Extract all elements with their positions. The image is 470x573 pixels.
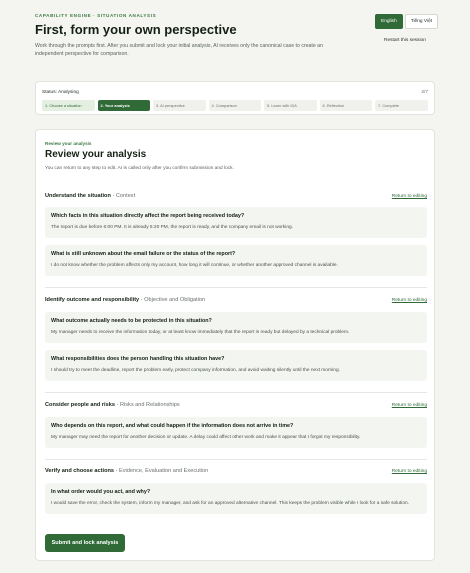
section-title: Identify outcome and responsibility · Ob… [45,297,206,303]
step-count: 2/7 [421,90,428,95]
stepper: 1. Choose a situation 2. Your analysis 3… [42,100,428,111]
restart-session-button[interactable]: Restart this session [384,38,426,43]
section-title: Understand the situation · Context [45,193,136,199]
review-eyebrow: Review your analysis [45,141,92,146]
section-header-risks: Consider people and risks · Risks and Re… [45,402,427,408]
qa-item: What is still unknown about the email fa… [45,245,427,276]
return-to-editing-link[interactable]: Return to editing [392,403,427,408]
qa-item: Which facts in this situation directly a… [45,207,427,238]
answer: My manager may need the report for anoth… [51,435,361,440]
section-header-context: Understand the situation · Context Retur… [45,193,427,199]
answer: The report is due before 6:00 PM. It is … [51,225,294,230]
lang-english-button[interactable]: English [375,14,403,29]
step-reflection[interactable]: 6. Reflection [319,100,372,111]
return-to-editing-link[interactable]: Return to editing [392,469,427,474]
divider [45,459,427,460]
lang-vietnamese-button[interactable]: Tiếng Việt [404,14,439,29]
qa-item: What outcome actually needs to be protec… [45,312,427,343]
answer: I would save the error, check the system… [51,501,409,506]
divider [45,392,427,393]
step-your-analysis[interactable]: 2. Your analysis [97,100,150,111]
step-ai-perspective[interactable]: 3. AI perspective [153,100,206,111]
return-to-editing-link[interactable]: Return to editing [392,298,427,303]
section-title-main: Identify outcome and responsibility [45,297,140,303]
answer: My manager needs to receive the informat… [51,330,350,335]
qa-item: Who depends on this report, and what cou… [45,417,427,448]
page-subtitle: Work through the prompts first. After yo… [35,43,323,57]
section-title: Consider people and risks · Risks and Re… [45,402,180,408]
qa-item: In what order would you act, and why? I … [45,483,427,514]
status-label: Status: Analysing [42,90,79,95]
return-to-editing-link[interactable]: Return to editing [392,194,427,199]
step-learn-with-ida[interactable]: 5. Learn with IDA [264,100,317,111]
section-title-main: Understand the situation [45,193,111,199]
qa-item: What responsibilities does the person ha… [45,350,427,381]
step-choose-situation[interactable]: 1. Choose a situation [42,100,95,111]
answer: I should try to meet the deadline, repor… [51,368,340,373]
section-title-sub: Risks and Relationships [119,402,180,408]
section-title-sub: Context [115,193,136,199]
section-title-main: Verify and choose actions [45,468,115,474]
review-note: You can return to any step to edit. AI i… [45,166,234,171]
step-complete[interactable]: 7. Complete [375,100,428,111]
section-title: Verify and choose actions · Evidence, Ev… [45,468,209,474]
submit-lock-button[interactable]: Submit and lock analysis [45,534,125,552]
section-title-main: Consider people and risks [45,402,115,408]
status-card: Status: Analysing 2/7 1. Choose a situat… [35,81,435,115]
page-eyebrow: CAPABILITY ENGINE · SITUATION ANALYSIS [35,13,157,18]
question: Which facts in this situation directly a… [51,213,245,219]
section-header-objective: Identify outcome and responsibility · Ob… [45,297,427,303]
question: Who depends on this report, and what cou… [51,423,294,429]
section-header-evidence: Verify and choose actions · Evidence, Ev… [45,468,427,474]
question: What responsibilities does the person ha… [51,356,225,362]
question: In what order would you act, and why? [51,489,151,495]
answer: I do not know whether the problem affect… [51,263,338,268]
step-comparison[interactable]: 4. Comparison [208,100,261,111]
section-title-sub: Objective and Obligation [144,297,206,303]
page-title: First, form your own perspective [35,22,237,37]
divider [45,287,427,288]
review-title: Review your analysis [45,149,147,160]
language-switcher: English Tiếng Việt [375,14,439,29]
review-card: Review your analysis Review your analysi… [35,129,435,561]
question: What outcome actually needs to be protec… [51,318,212,324]
section-title-sub: Evidence, Evaluation and Execution [119,468,209,474]
question: What is still unknown about the email fa… [51,251,236,257]
